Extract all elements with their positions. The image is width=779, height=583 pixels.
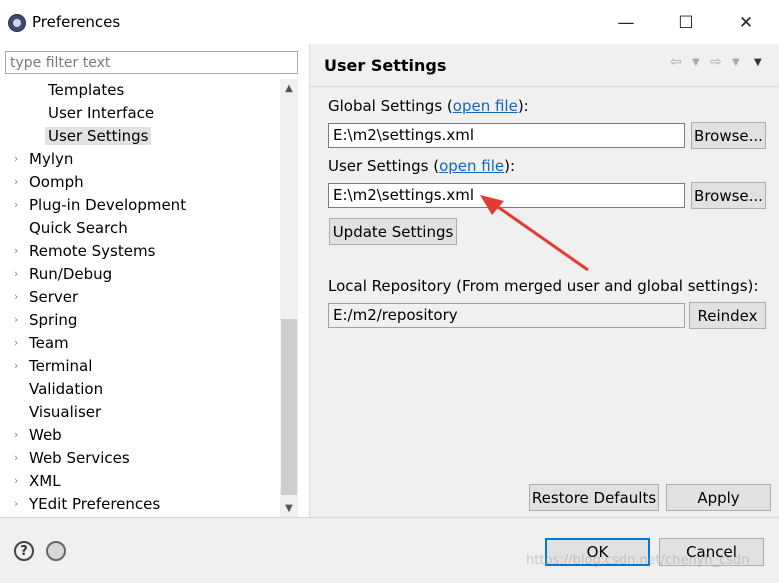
tree-item[interactable]: Templates — [48, 79, 124, 101]
page-title: User Settings — [324, 56, 447, 75]
user-settings-open-file-link[interactable]: open file — [439, 157, 504, 175]
maximize-button[interactable]: ☐ — [664, 8, 708, 38]
scroll-thumb[interactable] — [281, 319, 297, 495]
expand-chevron-icon[interactable]: › — [14, 424, 24, 446]
tree-item[interactable]: › Terminal — [14, 355, 93, 377]
tree-item-label: User Settings — [45, 127, 152, 145]
back-icon[interactable]: ⇦ — [670, 54, 682, 70]
tree-item-label: Team — [29, 334, 69, 352]
tree-item-label: Server — [29, 288, 79, 306]
apply-button[interactable]: Apply — [666, 484, 771, 511]
restore-defaults-button[interactable]: Restore Defaults — [529, 484, 659, 511]
back-menu-icon[interactable]: ▼ — [692, 57, 700, 68]
global-browse-button[interactable]: Browse... — [691, 122, 766, 149]
tree-item-label: Validation — [29, 380, 104, 398]
tree-item[interactable]: › Spring — [14, 309, 78, 331]
tree-item-label: Web Services — [29, 449, 130, 467]
expand-chevron-icon[interactable]: › — [14, 470, 24, 492]
scroll-down-icon[interactable]: ▼ — [280, 499, 298, 517]
filter-input[interactable] — [5, 51, 298, 74]
minimize-button[interactable]: — — [604, 8, 648, 38]
expand-chevron-icon[interactable]: › — [14, 447, 24, 469]
tree-item-label: Mylyn — [29, 150, 74, 168]
tree-item-label: User Interface — [48, 104, 155, 122]
close-button[interactable]: ✕ — [724, 8, 768, 38]
help-icon[interactable]: ? — [14, 541, 34, 561]
tree-item[interactable]: › Team — [14, 332, 69, 354]
arrow-shaft — [487, 198, 589, 272]
tree-item-label: Run/Debug — [29, 265, 113, 283]
watermark: https://blog.csdn.net/chenyh_csdn — [526, 553, 750, 568]
tree-item-label: Web — [29, 426, 62, 444]
tree-item[interactable]: Validation — [29, 378, 103, 400]
global-settings-field[interactable]: E:\m2\settings.xml — [328, 123, 685, 148]
tree-item-label: Plug-in Development — [29, 196, 187, 214]
eclipse-icon — [8, 14, 26, 32]
global-settings-label: Global Settings (open file): — [328, 97, 529, 115]
window-title: Preferences — [32, 13, 121, 31]
user-browse-button[interactable]: Browse... — [691, 182, 766, 209]
tree-item[interactable]: User Settings — [45, 125, 152, 147]
global-settings-open-file-link[interactable]: open file — [453, 97, 518, 115]
import-export-icon[interactable] — [46, 541, 66, 561]
tree-item[interactable]: › Plug-in Development — [14, 194, 187, 216]
update-settings-button[interactable]: Update Settings — [329, 218, 457, 245]
reindex-button[interactable]: Reindex — [689, 302, 766, 329]
scroll-up-icon[interactable]: ▲ — [280, 79, 298, 97]
expand-chevron-icon[interactable]: › — [14, 194, 24, 216]
tree-item[interactable]: › Run/Debug — [14, 263, 113, 285]
tree-item-label: Quick Search — [29, 219, 128, 237]
tree-item[interactable]: › Web Services — [14, 447, 130, 469]
user-settings-label: User Settings (open file): — [328, 157, 516, 175]
tree-item[interactable]: › Remote Systems — [14, 240, 156, 262]
tree-item-label: Oomph — [29, 173, 84, 191]
tree-scrollbar[interactable]: ▲ ▼ — [280, 79, 298, 517]
tree-item-label: Terminal — [29, 357, 93, 375]
view-menu-icon[interactable]: ▼ — [754, 57, 762, 68]
local-repository-field: E:/m2/repository — [328, 303, 685, 328]
expand-chevron-icon[interactable]: › — [14, 309, 24, 331]
tree-item[interactable]: › Oomph — [14, 171, 84, 193]
tree-item[interactable]: › YEdit Preferences — [14, 493, 161, 515]
expand-chevron-icon[interactable]: › — [14, 148, 24, 170]
page-header: User Settings ⇦ ▼ ⇨ ▼ ▼ — [310, 44, 779, 87]
tree-item-label: Templates — [48, 81, 125, 99]
annotation-arrow — [480, 195, 589, 272]
expand-chevron-icon[interactable]: › — [14, 171, 24, 193]
expand-chevron-icon[interactable]: › — [14, 286, 24, 308]
tree-item[interactable]: › Server — [14, 286, 79, 308]
expand-chevron-icon[interactable]: › — [14, 263, 24, 285]
tree-item-label: YEdit Preferences — [29, 495, 161, 513]
tree-item[interactable]: › Mylyn — [14, 148, 74, 170]
forward-icon[interactable]: ⇨ — [710, 54, 722, 70]
title-bar: Preferences — ☐ ✕ — [0, 0, 779, 46]
local-repository-label: Local Repository (From merged user and g… — [328, 277, 759, 295]
tree-item[interactable]: Visualiser — [29, 401, 101, 423]
expand-chevron-icon[interactable]: › — [14, 240, 24, 262]
expand-chevron-icon[interactable]: › — [14, 493, 24, 515]
tree-item-label: Remote Systems — [29, 242, 156, 260]
arrow-head — [480, 195, 504, 215]
tree-item-label: Spring — [29, 311, 78, 329]
preference-tree: Templates User Interface User Settings › Myl… — [0, 79, 280, 517]
tree-item[interactable]: › XML — [14, 470, 61, 492]
expand-chevron-icon[interactable]: › — [14, 355, 24, 377]
tree-item-label: Visualiser — [29, 403, 102, 421]
tree-item[interactable]: › Web — [14, 424, 62, 446]
tree-item[interactable]: User Interface — [48, 102, 154, 124]
expand-chevron-icon[interactable]: › — [14, 332, 24, 354]
tree-item[interactable]: Quick Search — [29, 217, 128, 239]
tree-item-label: XML — [29, 472, 61, 490]
forward-menu-icon[interactable]: ▼ — [732, 57, 740, 68]
